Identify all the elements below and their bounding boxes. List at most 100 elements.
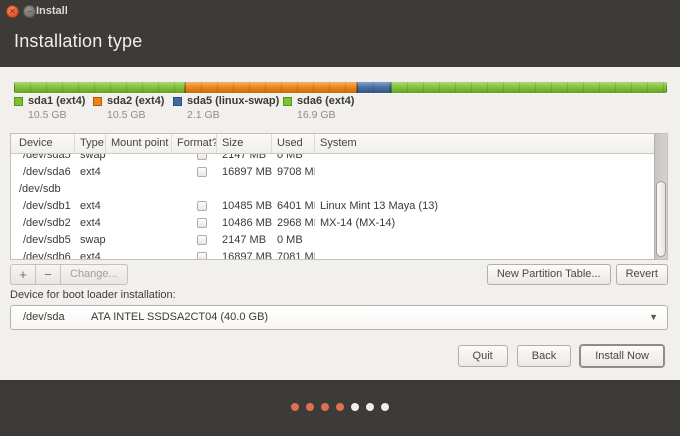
cell-system [315,249,654,259]
format-checkbox[interactable] [197,218,207,228]
cell-used: 0 MB [272,154,315,164]
partition-segment-sda5[interactable] [357,82,391,93]
cell-system: Linux Mint 13 Maya (13) [315,198,654,215]
table-row[interactable]: /dev/sdb5 swap 2147 MB 0 MB [11,232,654,249]
cell-size: 2147 MB [217,232,272,249]
column-header-size[interactable]: Size [217,134,272,153]
table-row[interactable]: /dev/sdb1 ext4 10485 MB 6401 MB Linux Mi… [11,198,654,215]
column-header-mount-point[interactable]: Mount point [106,134,172,153]
chevron-down-icon: ▼ [649,312,658,322]
partition-segment-sda6[interactable] [391,82,667,93]
progress-dot [351,403,359,411]
install-window: ✕ − Install Installation type sda1 (ext4… [0,0,680,436]
legend-item-sda5: sda5 (linux-swap) 2.1 GB [173,95,279,121]
column-header-system[interactable]: System [315,134,667,153]
legend-label: sda2 (ext4) [107,95,164,107]
legend-swatch-icon [93,97,102,106]
column-header-type[interactable]: Type [75,134,106,153]
cell-used: 7081 MB [272,249,315,259]
cell-device: /dev/sdb5 [11,232,75,249]
cell-device: /dev/sdb6 [11,249,75,259]
legend-item-sda2: sda2 (ext4) 10.5 GB [93,95,164,121]
selected-device: /dev/sda [23,311,65,323]
minimize-icon[interactable]: − [23,5,36,18]
new-partition-table-button[interactable]: New Partition Table... [487,264,611,285]
wizard-nav: Quit Back Install Now [458,345,664,367]
legend-size: 16.9 GB [297,109,354,121]
cell-type: ext4 [75,215,106,232]
cell-size: 16897 MB [217,164,272,181]
legend-swatch-icon [14,97,23,106]
cell-used: 9708 MB [272,164,315,181]
cell-mount [106,198,172,215]
progress-dot [366,403,374,411]
content-area: sda1 (ext4) 10.5 GB sda2 (ext4) 10.5 GB … [0,67,680,380]
table-header: Device Type Mount point Format? Size Use… [11,134,667,154]
cell-type: ext4 [75,249,106,259]
remove-partition-button[interactable]: − [35,264,60,285]
page-title: Installation type [14,31,142,52]
close-icon[interactable]: ✕ [6,5,19,18]
table-row[interactable]: /dev/sda6 ext4 16897 MB 9708 MB [11,164,654,181]
cell-type: ext4 [75,198,106,215]
cell-system [315,164,654,181]
cell-device: /dev/sdb [11,181,75,198]
cell-size: 16897 MB [217,249,272,259]
cell-mount [106,232,172,249]
legend-label: sda5 (linux-swap) [187,95,279,107]
format-checkbox[interactable] [197,154,207,160]
window-chrome: ✕ − Install Installation type [0,0,680,67]
table-actions: New Partition Table... Revert [487,264,668,285]
cell-size: 10486 MB [217,215,272,232]
table-row[interactable]: /dev/sdb6 ext4 16897 MB 7081 MB [11,249,654,259]
install-now-button[interactable]: Install Now [580,345,664,367]
cell-used: 0 MB [272,232,315,249]
change-partition-button[interactable]: Change... [60,264,128,285]
table-row[interactable]: /dev/sda5 swap 2147 MB 0 MB [11,154,654,164]
legend-size: 10.5 GB [107,109,164,121]
quit-button[interactable]: Quit [458,345,508,367]
legend-label: sda6 (ext4) [297,95,354,107]
cell-system: MX-14 (MX-14) [315,215,654,232]
cell-type: swap [75,154,106,164]
legend-label: sda1 (ext4) [28,95,85,107]
format-checkbox[interactable] [197,167,207,177]
legend-swatch-icon [283,97,292,106]
footer [0,380,680,436]
legend-swatch-icon [173,97,182,106]
progress-dot [336,403,344,411]
cell-device: /dev/sdb2 [11,215,75,232]
format-checkbox[interactable] [197,201,207,211]
cell-type: swap [75,232,106,249]
revert-button[interactable]: Revert [616,264,668,285]
cell-system [315,232,654,249]
progress-dot [306,403,314,411]
legend-item-sda1: sda1 (ext4) 10.5 GB [14,95,85,121]
column-header-device[interactable]: Device [11,134,75,153]
bootloader-label: Device for boot loader installation: [10,289,176,301]
column-header-used[interactable]: Used [272,134,315,153]
partition-segment-sda2[interactable] [185,82,356,93]
table-row[interactable]: /dev/sdb2 ext4 10486 MB 2968 MB MX-14 (M… [11,215,654,232]
progress-dots [0,403,680,411]
titlebar: ✕ − Install [0,0,680,24]
back-button[interactable]: Back [517,345,571,367]
cell-used: 2968 MB [272,215,315,232]
partition-segment-sda1[interactable] [14,82,185,93]
cell-mount [106,215,172,232]
scrollbar-thumb[interactable] [656,181,666,257]
table-row[interactable]: /dev/sdb [11,181,654,198]
cell-size: 10485 MB [217,198,272,215]
format-checkbox[interactable] [197,252,207,259]
column-header-format[interactable]: Format? [172,134,217,153]
add-partition-button[interactable]: + [10,264,35,285]
cell-device: /dev/sda5 [11,154,75,164]
progress-dot [381,403,389,411]
cell-size: 2147 MB [217,154,272,164]
window-title: Install [36,5,68,17]
partition-bar [14,82,667,93]
selected-device-description: ATA INTEL SSDSA2CT04 (40.0 GB) [91,311,268,323]
format-checkbox[interactable] [197,235,207,245]
bootloader-device-select[interactable]: /dev/sda ATA INTEL SSDSA2CT04 (40.0 GB) … [10,305,668,330]
table-scrollbar[interactable] [654,134,667,259]
